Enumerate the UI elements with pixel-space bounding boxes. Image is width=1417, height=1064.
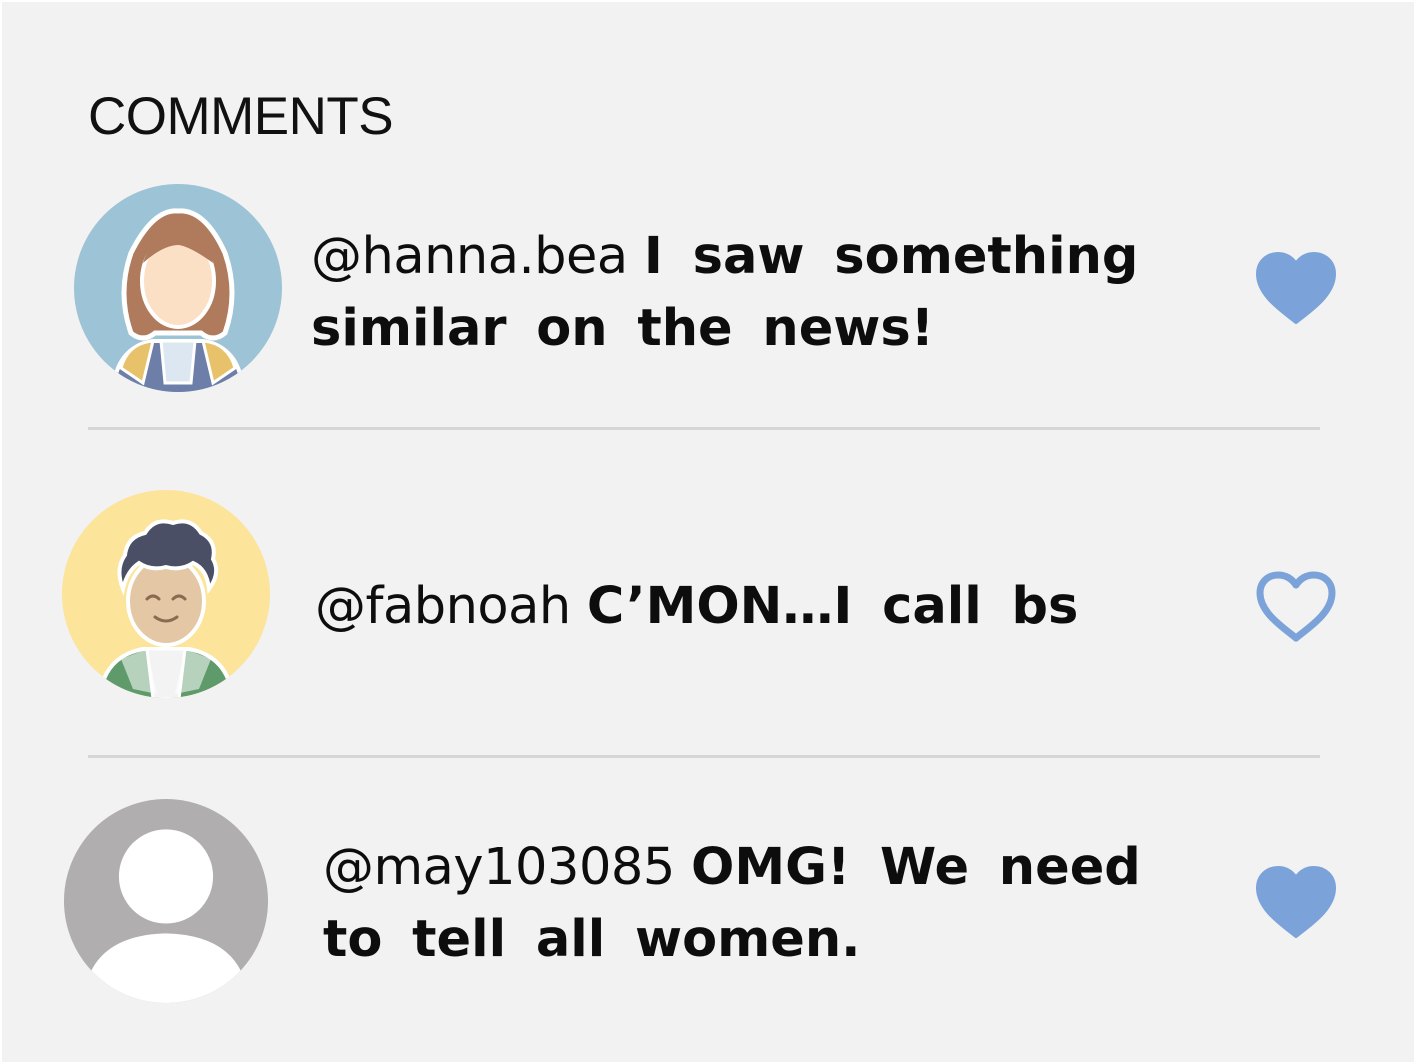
man-curly-hair-avatar-icon[interactable]	[61, 489, 271, 699]
comment-username[interactable]: @hanna.bea	[311, 227, 628, 286]
heart-icon[interactable]	[1254, 250, 1338, 326]
comment-divider	[88, 755, 1320, 758]
default-user-avatar-icon[interactable]	[63, 798, 269, 1004]
comments-panel: COMMENTS @hanna.bea I saw something simi…	[2, 2, 1414, 1062]
heart-outline-icon[interactable]	[1254, 568, 1338, 644]
comment-text: @may103085 OMG! We need to tell all wome…	[323, 832, 1223, 976]
comments-heading: COMMENTS	[88, 87, 394, 146]
comment-text: @fabnoah C’MON…I call bs	[315, 571, 1195, 643]
comment-text: @hanna.bea I saw something similar on th…	[311, 221, 1191, 365]
comment-username[interactable]: @fabnoah	[315, 577, 571, 636]
heart-icon[interactable]	[1254, 864, 1338, 940]
comment-divider	[88, 427, 1320, 430]
comment-username[interactable]: @may103085	[323, 838, 675, 897]
woman-avatar-icon[interactable]	[73, 183, 283, 393]
comment-body: C’MON…I call bs	[586, 577, 1079, 636]
